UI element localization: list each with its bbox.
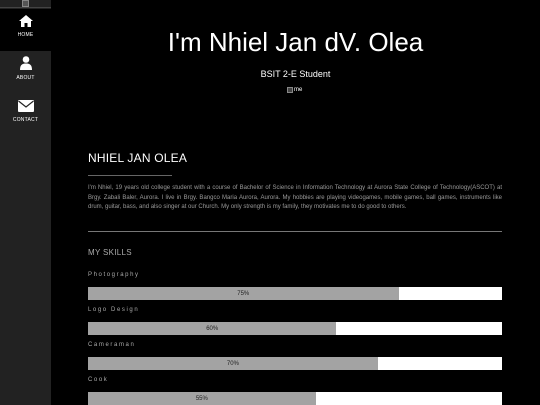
skill-bar: 55%	[88, 392, 502, 405]
skill-bar-fill: 75%	[88, 287, 399, 300]
sidebar-item-label: HOME	[17, 32, 34, 38]
about-title: NHIEL JAN OLEA	[88, 151, 188, 165]
user-icon	[19, 56, 32, 70]
sidebar: HOME ABOUT CONTACT	[0, 0, 51, 405]
skill-percent: 70%	[226, 360, 239, 367]
sidebar-item-label: CONTACT	[12, 117, 39, 123]
skills-title: MY SKILLS	[88, 248, 132, 257]
skill-percent: 75%	[237, 290, 250, 297]
skill-bar: 60%	[88, 322, 502, 335]
sidebar-item-about[interactable]: ABOUT	[0, 52, 51, 94]
home-icon	[18, 15, 33, 27]
profile-image: me	[287, 86, 302, 94]
about-text: I'm Nhiel, 19 years old college student …	[88, 185, 502, 211]
section-divider	[88, 231, 502, 232]
skill-name: Photography	[88, 272, 140, 278]
page-title: I'm Nhiel Jan dV. Olea	[167, 27, 424, 57]
about-underline	[88, 175, 172, 176]
skill-name: Cameraman	[88, 342, 136, 348]
sidebar-item-contact[interactable]: CONTACT	[0, 96, 51, 138]
skill-percent: 60%	[206, 325, 219, 332]
skill-cameraman: Cameraman 70%	[88, 342, 502, 370]
main-content: I'm Nhiel Jan dV. Olea BSIT 2-E Student …	[51, 0, 540, 405]
sidebar-item-home[interactable]: HOME	[0, 9, 51, 51]
skill-bar-fill: 70%	[88, 357, 378, 370]
skill-percent: 55%	[195, 395, 208, 402]
skill-bar: 70%	[88, 357, 502, 370]
skill-cook: Cook 55%	[88, 377, 502, 405]
envelope-icon	[17, 100, 34, 112]
broken-image-icon	[22, 0, 29, 7]
sidebar-item-label: ABOUT	[16, 75, 35, 81]
skill-name: Cook	[88, 377, 109, 383]
skill-logo-design: Logo Design 60%	[88, 307, 502, 335]
skill-bar-fill: 60%	[88, 322, 337, 335]
skill-bar: 75%	[88, 287, 502, 300]
skill-bar-fill: 55%	[88, 392, 316, 405]
broken-image-icon	[287, 87, 293, 93]
page-subtitle: BSIT 2-E Student	[260, 69, 331, 79]
skill-name: Logo Design	[88, 307, 140, 313]
skill-photography: Photography 75%	[88, 272, 502, 300]
profile-image-alt: me	[294, 87, 303, 93]
sidebar-divider	[0, 7, 51, 8]
